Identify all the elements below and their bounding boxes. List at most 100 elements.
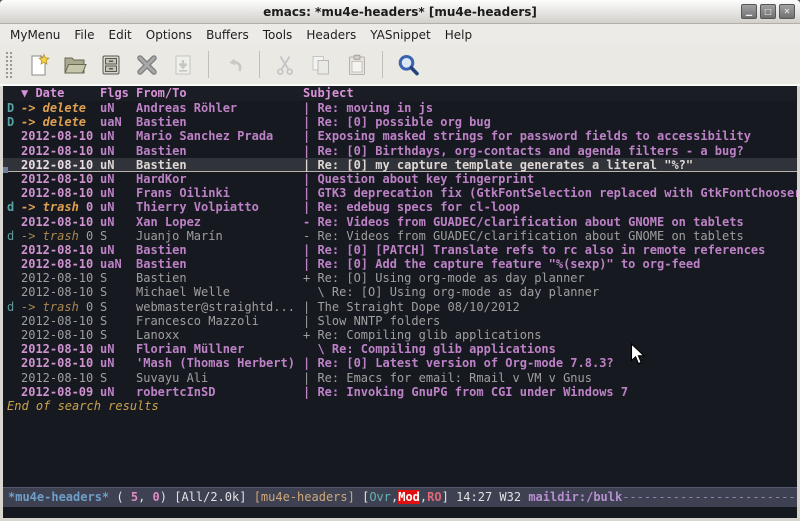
new-file-icon[interactable] xyxy=(26,52,52,78)
message-date: 2012-08-10 xyxy=(21,144,100,158)
message-flags: uN xyxy=(100,129,136,143)
message-flags: S xyxy=(100,371,136,385)
message-from: robertcInSD xyxy=(136,385,303,399)
message-flags: uaN xyxy=(100,257,136,271)
message-from: Bastien xyxy=(136,158,303,172)
message-action-label: -> delete xyxy=(21,101,86,115)
message-mark xyxy=(7,215,21,229)
message-row[interactable]: d-> trash 0Swebmaster@straightd...| The … xyxy=(3,300,797,314)
menu-options[interactable]: Options xyxy=(139,26,199,44)
message-row[interactable]: 2012-08-10uNXan Lopez- Re: Videos from G… xyxy=(3,215,797,229)
menu-help[interactable]: Help xyxy=(438,26,479,44)
message-subject: - Re: Videos from GUADEC/clarification a… xyxy=(303,215,797,229)
message-row[interactable]: 2012-08-09uNrobertcInSD| Re: Invoking Gn… xyxy=(3,385,797,399)
window-titlebar: emacs: *mu4e-headers* [mu4e-headers] ▁□✕ xyxy=(0,0,800,24)
message-row[interactable]: 2012-08-10uNFlorian Müllner \ Re: Compil… xyxy=(3,342,797,356)
search-icon[interactable] xyxy=(395,52,421,78)
message-row[interactable]: D-> deleteuNAndreas Röhler| Re: moving i… xyxy=(3,101,797,115)
message-row[interactable]: d-> trash 0uNThierry Volpiatto| Re: edeb… xyxy=(3,200,797,214)
message-from: Bastien xyxy=(136,257,303,271)
message-date: 2012-08-09 xyxy=(21,385,100,399)
message-row[interactable]: 2012-08-10uNFrans Oilinki| GTK3 deprecat… xyxy=(3,186,797,200)
message-row[interactable]: 2012-08-10uNHardKor| Question about key … xyxy=(3,172,797,186)
modeline-segment-pink: 5 xyxy=(131,490,138,504)
message-row[interactable]: 2012-08-10uNBastien| Re: [0] Birthdays, … xyxy=(3,144,797,158)
message-mark xyxy=(7,371,21,385)
message-date: 2012-08-10 xyxy=(21,172,100,186)
message-row[interactable]: 2012-08-10SFrancesco Mazzoli| Slow NNTP … xyxy=(3,314,797,328)
open-folder-icon[interactable] xyxy=(62,52,88,78)
message-date: 2012-08-10 xyxy=(21,371,100,385)
message-date: 2012-08-10 xyxy=(21,271,100,285)
message-from: Francesco Mazzoli xyxy=(136,314,303,328)
message-flags: uN xyxy=(100,101,136,115)
toolbar xyxy=(0,45,800,86)
menu-headers[interactable]: Headers xyxy=(299,26,363,44)
message-subject: - Re: Videos from GUADEC/clarification a… xyxy=(303,229,797,243)
message-mark: d xyxy=(7,229,21,243)
message-row[interactable]: 2012-08-10uNBastien| Re: [0] my capture … xyxy=(3,158,797,172)
message-row[interactable]: 2012-08-10uNMario Sanchez Prada| Exposin… xyxy=(3,129,797,143)
toolbar-drag-handle[interactable] xyxy=(5,51,14,79)
message-from: webmaster@straightd... xyxy=(136,300,303,314)
message-flags: uN xyxy=(100,172,136,186)
paste-icon xyxy=(344,52,370,78)
modeline-segment-pink: 0 xyxy=(153,490,160,504)
message-subject: + Re: Compiling glib applications xyxy=(303,328,797,342)
message-subject: | GTK3 deprecation fix (GtkFontSelection… xyxy=(303,186,797,200)
message-action-label: -> delete xyxy=(21,115,86,129)
message-mark: d xyxy=(7,200,21,214)
mouse-cursor xyxy=(630,343,646,366)
message-flags: uN xyxy=(100,144,136,158)
message-action-label: -> trash xyxy=(21,300,79,314)
message-row[interactable]: D-> deleteuaNBastien| Re: [0] possible o… xyxy=(3,115,797,129)
message-date: 2012-08-10 xyxy=(21,314,100,328)
emacs-frame: ▼ Date Flgs From/To Subject D-> deleteuN… xyxy=(0,86,800,521)
message-flags: uN xyxy=(100,186,136,200)
menu-edit[interactable]: Edit xyxy=(102,26,139,44)
close-buffer-icon[interactable] xyxy=(134,52,160,78)
message-row[interactable]: 2012-08-10SSuvayu Ali| Re: Emacs for ema… xyxy=(3,371,797,385)
message-date: -> trash 0 xyxy=(21,300,100,314)
menu-tools[interactable]: Tools xyxy=(256,26,300,44)
message-flags: S xyxy=(100,271,136,285)
message-from: Bastien xyxy=(136,243,303,257)
modeline-segment-fg: 14:27 W32 xyxy=(456,490,528,504)
minimize-button[interactable]: ▁ xyxy=(741,4,757,19)
menu-mymenu[interactable]: MyMenu xyxy=(3,26,67,44)
message-row[interactable]: 2012-08-10uNBastien| Re: [0] [PATCH] Tra… xyxy=(3,243,797,257)
message-mark xyxy=(7,172,21,186)
message-subject: \ Re: [O] Using org-mode as day planner xyxy=(303,285,797,299)
menu-bar: MyMenuFileEditOptionsBuffersToolsHeaders… xyxy=(0,24,800,45)
modeline-segment-fg: ] xyxy=(442,490,456,504)
maximize-button[interactable]: □ xyxy=(760,4,776,19)
menu-buffers[interactable]: Buffers xyxy=(199,26,256,44)
toolbar-separator xyxy=(259,51,260,78)
message-flags: uN xyxy=(100,342,136,356)
menu-yasnippet[interactable]: YASnippet xyxy=(363,26,438,44)
mu4e-headers-buffer: ▼ Date Flgs From/To Subject D-> deleteuN… xyxy=(3,86,797,487)
message-row[interactable]: 2012-08-10SBastien+ Re: [O] Using org-mo… xyxy=(3,271,797,285)
message-subject: | Re: Emacs for email: Rmail v VM v Gnus xyxy=(303,371,797,385)
message-row[interactable]: d-> trash 0SJuanjo Marín- Re: Videos fro… xyxy=(3,229,797,243)
message-date: 2012-08-10 xyxy=(21,342,100,356)
close-button[interactable]: ✕ xyxy=(779,4,795,19)
message-date: 2012-08-10 xyxy=(21,243,100,257)
message-subject: | Re: moving in js xyxy=(303,101,797,115)
echo-area xyxy=(3,507,797,518)
save-buffer-icon[interactable] xyxy=(98,52,124,78)
message-subject: | Re: [0] Latest version of Org-mode 7.8… xyxy=(303,356,797,370)
message-row[interactable]: 2012-08-10SMichael Welle \ Re: [O] Using… xyxy=(3,285,797,299)
mode-line[interactable]: *mu4e-headers* ( 5, 0) [All/2.0k] [mu4e-… xyxy=(3,487,797,507)
message-subject: | Re: [0] [PATCH] Translate refs to rc a… xyxy=(303,243,797,257)
message-flags: uN xyxy=(100,385,136,399)
modeline-segment-modflag: Mod xyxy=(398,490,420,504)
message-from: Andreas Röhler xyxy=(136,101,303,115)
message-row[interactable]: 2012-08-10uaNBastien| Re: [0] Add the ca… xyxy=(3,257,797,271)
message-from: Mario Sanchez Prada xyxy=(136,129,303,143)
message-from: Thierry Volpiatto xyxy=(136,200,303,214)
message-from: Bastien xyxy=(136,115,303,129)
menu-file[interactable]: File xyxy=(67,26,101,44)
message-row[interactable]: 2012-08-10SLanoxx+ Re: Compiling glib ap… xyxy=(3,328,797,342)
message-row[interactable]: 2012-08-10uN'Mash (Thomas Herbert)| Re: … xyxy=(3,356,797,370)
